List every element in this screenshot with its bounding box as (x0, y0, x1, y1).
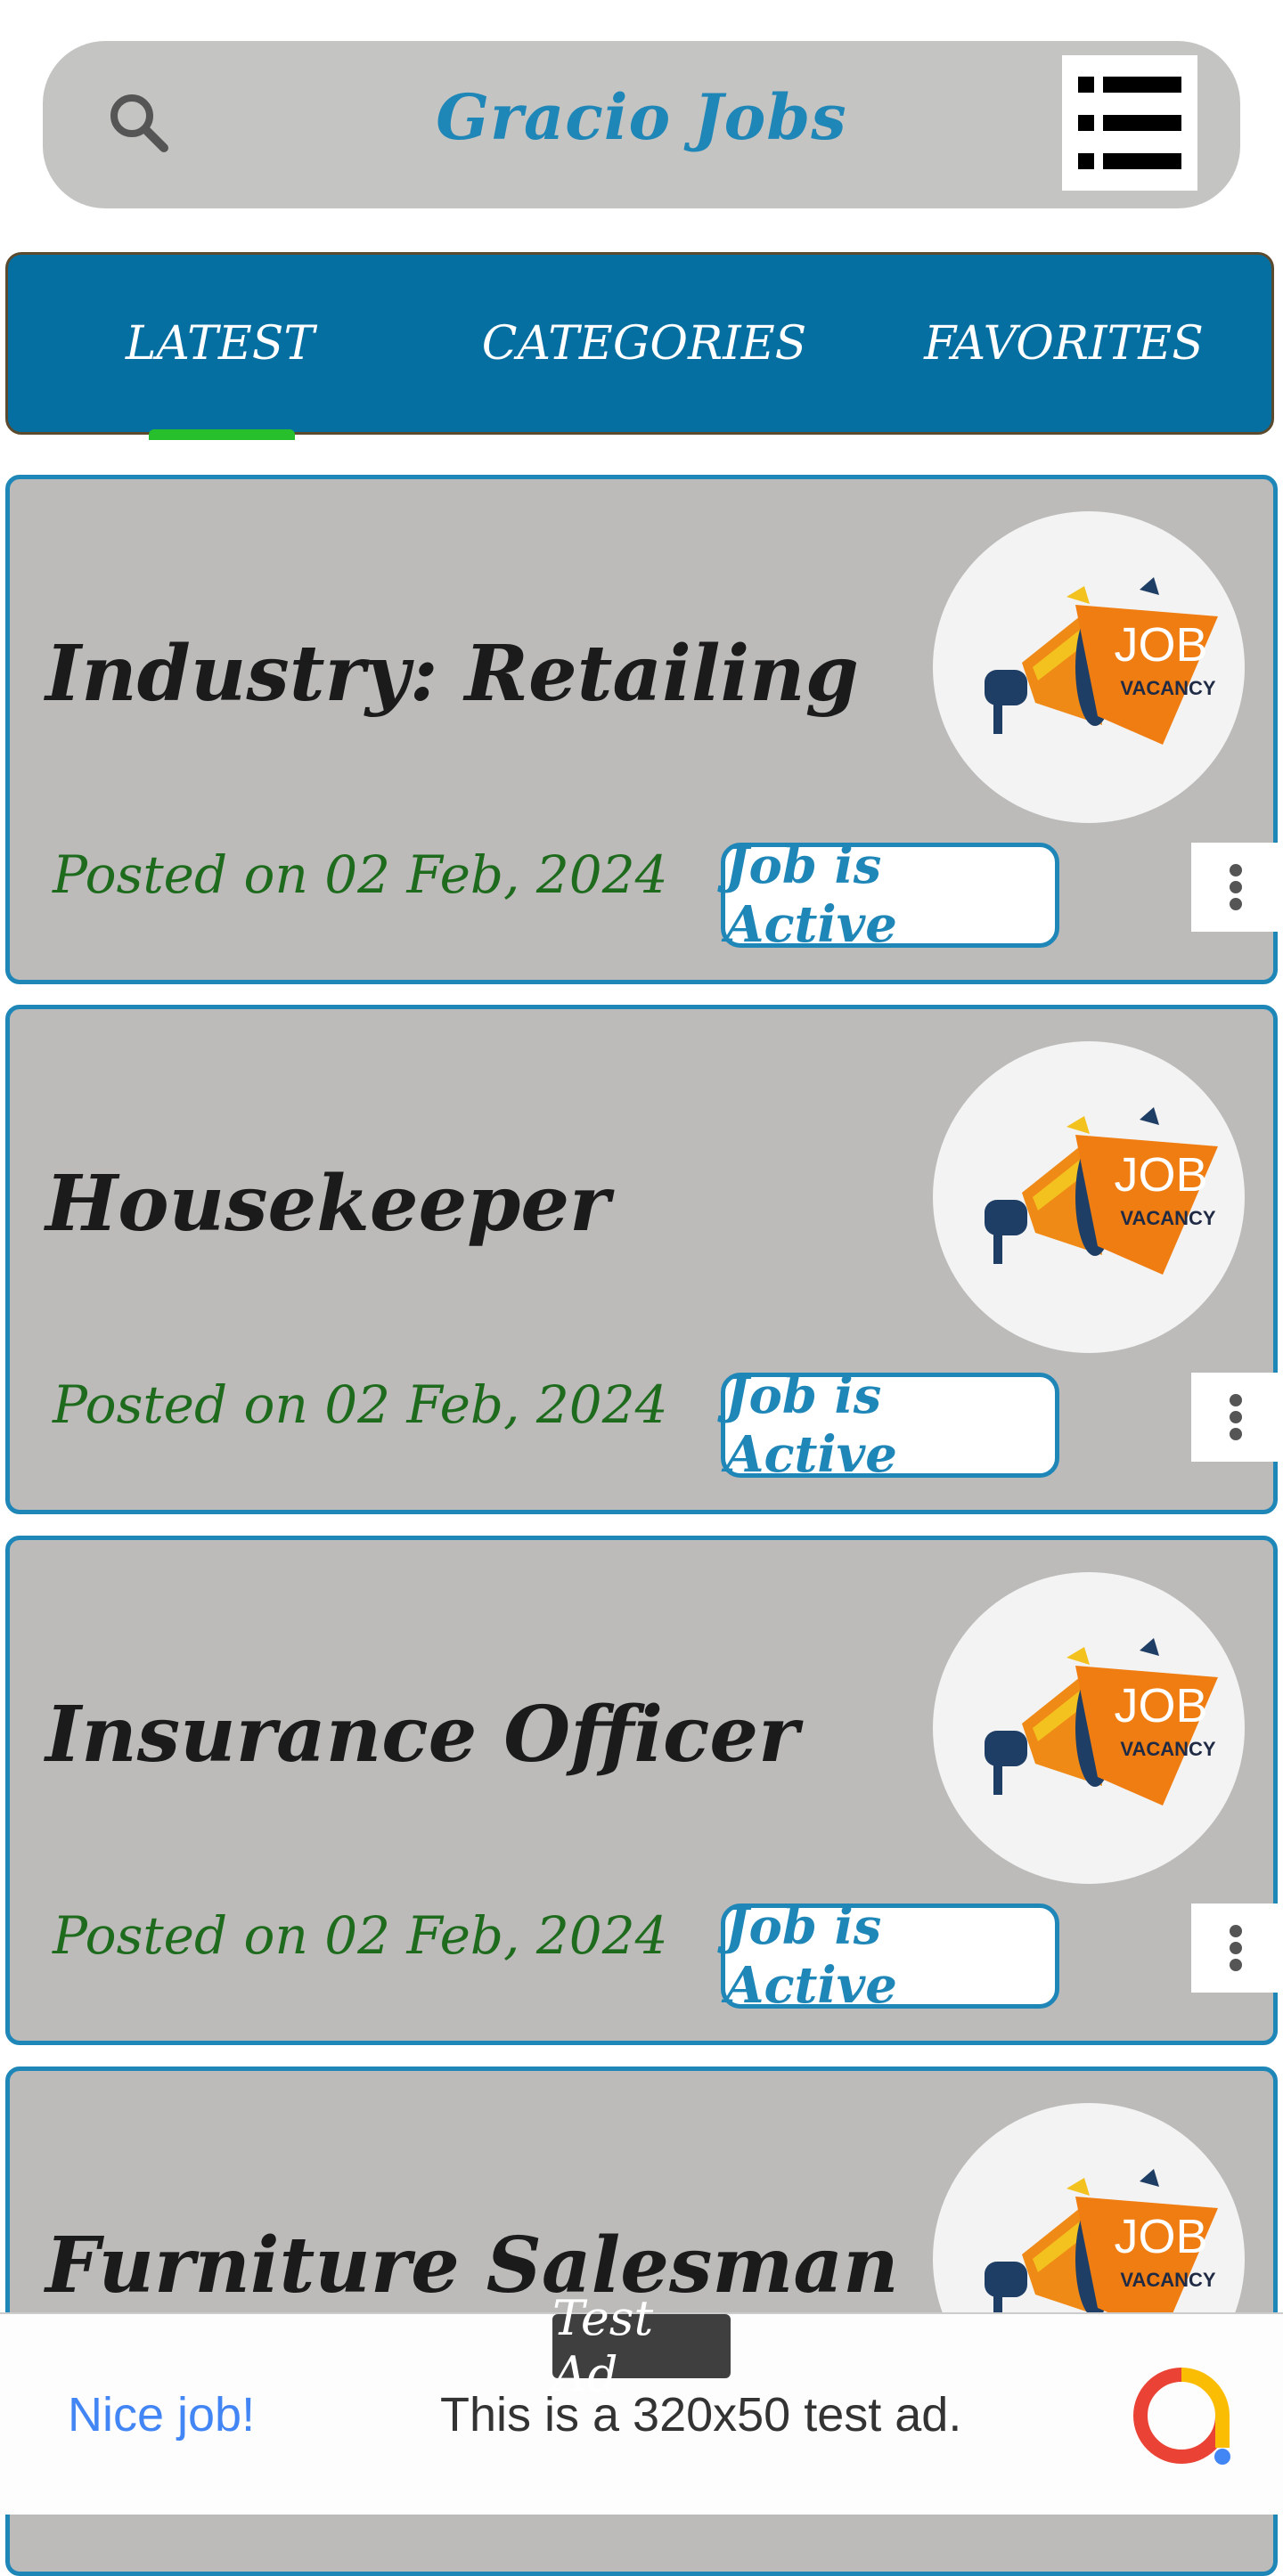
job-title: Insurance Officer (45, 1690, 799, 1780)
job-vacancy-image: JOB VACANCY (933, 1572, 1245, 1884)
thumb-job-text: JOB (1114, 1148, 1207, 1202)
app-title: Gracio Jobs (436, 80, 847, 154)
job-title: Furniture Salesman (45, 2221, 899, 2311)
more-options-button[interactable] (1191, 843, 1280, 932)
thumb-vacancy-text: VACANCY (1120, 1738, 1215, 1760)
menu-button[interactable] (1062, 55, 1197, 191)
job-card[interactable]: Housekeeper JOB VACANCY Posted on 02 Feb… (5, 1005, 1280, 1514)
more-options-button[interactable] (1191, 1903, 1280, 1993)
job-status-badge[interactable]: Job is Active (721, 1366, 1059, 1484)
job-status-badge[interactable]: Job is Active (721, 1897, 1059, 2015)
ad-logo-icon[interactable] (1128, 2362, 1235, 2469)
job-card[interactable]: Insurance Officer JOB VACANCY Posted on … (5, 1536, 1280, 2045)
tab-bar: LATEST CATEGORIES FAVORITES (5, 252, 1274, 440)
thumb-job-text: JOB (1114, 1679, 1207, 1732)
posted-date: Posted on 02 Feb, 2024 (53, 844, 668, 905)
tab-favorites[interactable]: FAVORITES (856, 255, 1271, 432)
ad-headline[interactable]: Nice job! (68, 2387, 255, 2442)
job-vacancy-image: JOB VACANCY (933, 1041, 1245, 1353)
thumb-job-text: JOB (1114, 2210, 1207, 2263)
thumb-vacancy-text: VACANCY (1120, 1207, 1215, 1229)
tab-latest[interactable]: LATEST (8, 255, 432, 432)
thumb-job-text: JOB (1114, 618, 1207, 672)
thumb-vacancy-text: VACANCY (1120, 677, 1215, 699)
job-title: Housekeeper (45, 1159, 610, 1249)
posted-date: Posted on 02 Feb, 2024 (53, 1905, 668, 1966)
job-status-badge[interactable]: Job is Active (721, 836, 1059, 954)
ad-text[interactable]: This is a 320x50 test ad. (440, 2387, 961, 2442)
job-card[interactable]: Industry: Retailing JOB VACANCY Posted o… (5, 475, 1280, 984)
tab-categories[interactable]: CATEGORIES (432, 255, 856, 432)
ad-label: Test Ad (552, 2290, 731, 2402)
more-options-button[interactable] (1191, 1373, 1280, 1462)
thumb-vacancy-text: VACANCY (1120, 2269, 1215, 2291)
app-header: Gracio Jobs (43, 41, 1240, 208)
tab-selected-indicator (149, 429, 295, 440)
job-title: Industry: Retailing (45, 629, 859, 719)
job-vacancy-image: JOB VACANCY (933, 511, 1245, 823)
posted-date: Posted on 02 Feb, 2024 (53, 1374, 668, 1435)
